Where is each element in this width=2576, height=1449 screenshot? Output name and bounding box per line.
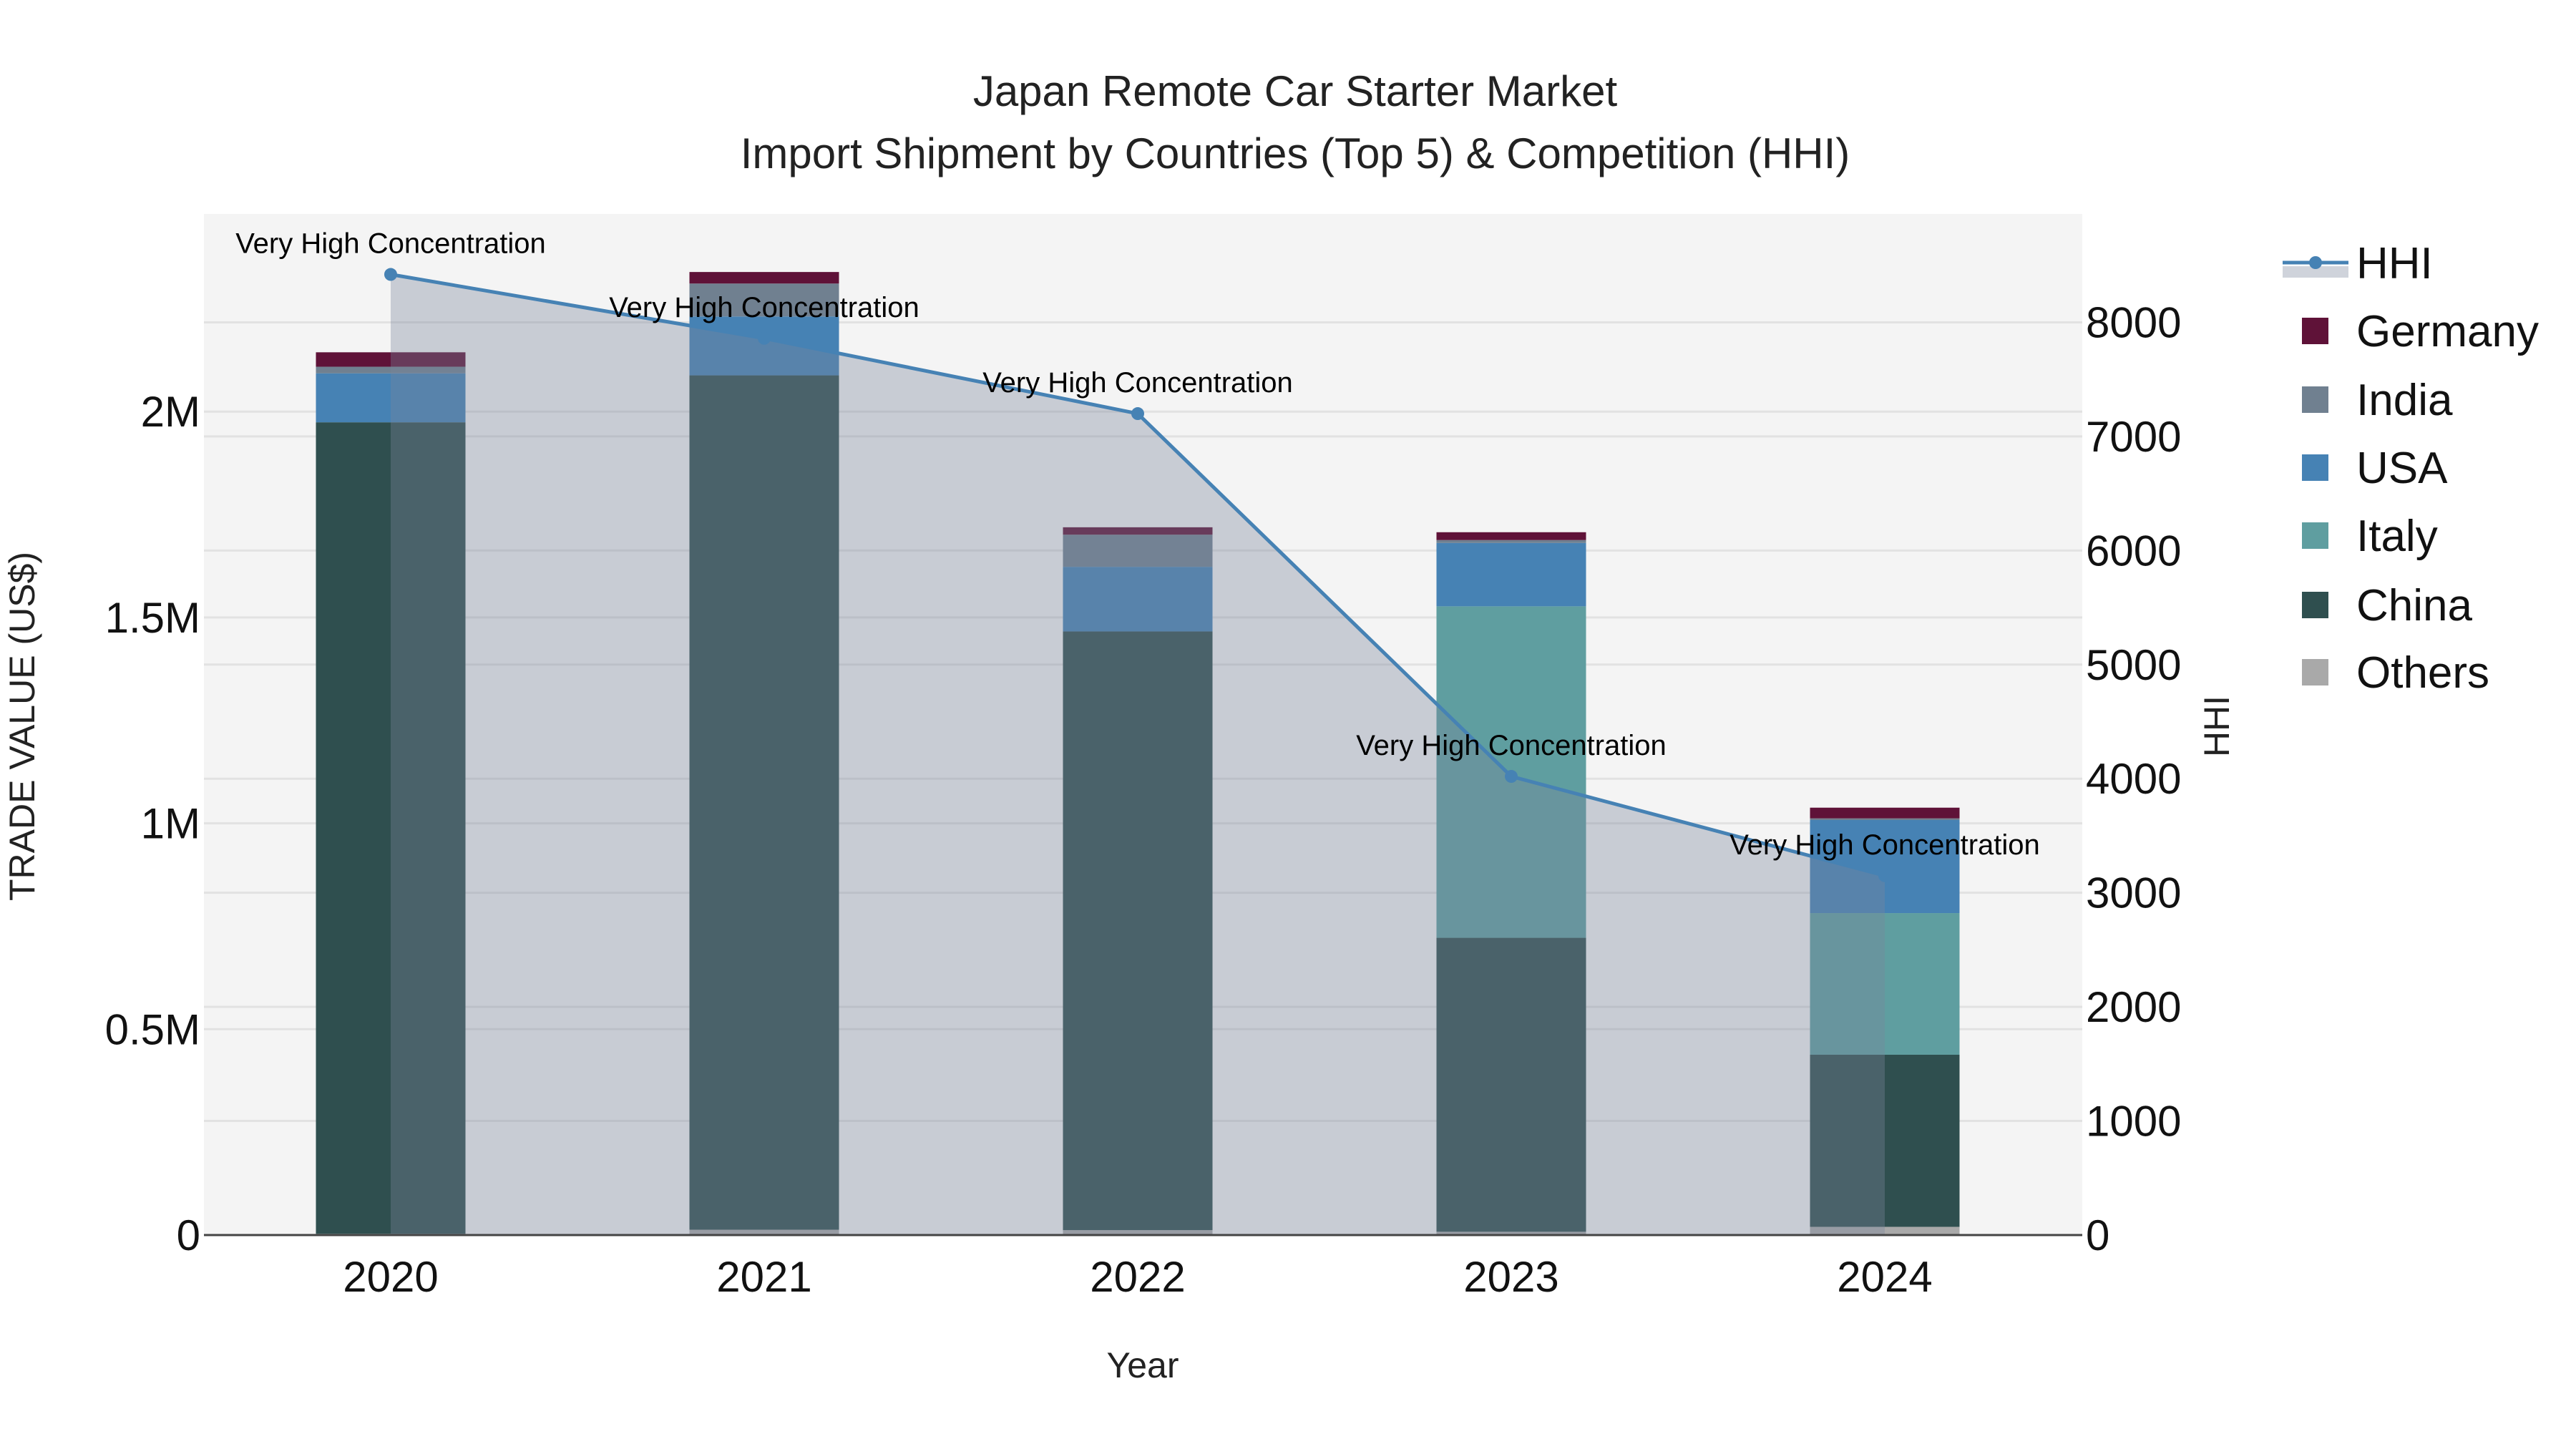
x-tick-label: 2020 [343,1253,438,1301]
y2-tick-label: 4000 [2086,755,2181,803]
y2-tick-label: 0 [2086,1211,2109,1259]
legend-label: USA [2356,444,2448,493]
legend-marker-hhi [2309,256,2322,269]
y2-tick-label: 2000 [2086,983,2181,1031]
bar-usa [1436,542,1586,607]
x-tick-label: 2024 [1837,1253,1932,1301]
legend-swatch-usa [2302,454,2328,481]
hhi-annotation: Very High Concentration [609,292,919,323]
x-axis-title: Year [1106,1345,1179,1385]
chart-title-line2: Import Shipment by Countries (Top 5) & C… [741,130,1850,177]
y-tick-label: 2M [141,388,200,436]
bar-india [1810,818,1960,820]
y-axis-title: TRADE VALUE (US$) [2,552,42,901]
hhi-point [1131,407,1144,421]
y2-tick-label: 8000 [2086,298,2181,346]
legend: HHI Germany India USA Italy China Others [2283,239,2539,698]
y2-tick-label: 1000 [2086,1098,2181,1146]
bar-germany [1436,532,1586,540]
chart-title-line1: Japan Remote Car Starter Market [973,67,1618,115]
y-tick-label: 0.5M [105,1005,200,1053]
y2-axis-title: HHI [2197,696,2237,757]
hhi-annotation: Very High Concentration [982,367,1293,399]
x-tick-label: 2022 [1090,1253,1185,1301]
legend-label: Others [2356,648,2489,698]
legend-swatch-germany [2302,318,2328,344]
legend-swatch-italy [2302,522,2328,549]
legend-swatch-india [2302,386,2328,413]
hhi-annotation: Very High Concentration [1356,730,1667,761]
legend-swatch-others [2302,659,2328,686]
bar-germany [689,272,839,284]
legend-label: Italy [2356,512,2438,561]
hhi-point [1505,770,1518,784]
y2-tick-label: 5000 [2086,641,2181,689]
bar-germany [1810,807,1960,819]
legend-swatch-china [2302,592,2328,618]
hhi-point [758,331,771,345]
legend-label: China [2356,581,2473,630]
y-tick-label: 0 [177,1211,200,1259]
x-tick-label: 2021 [716,1253,811,1301]
y2-tick-label: 6000 [2086,527,2181,575]
y2-tick-label: 7000 [2086,413,2181,461]
x-tick-label: 2023 [1463,1253,1558,1301]
legend-label: Germany [2356,307,2539,356]
legend-label: HHI [2356,239,2433,288]
bar-india [1436,540,1586,543]
legend-label: India [2356,376,2453,425]
y2-tick-label: 3000 [2086,869,2181,917]
y-tick-label: 1.5M [105,594,200,642]
hhi-annotation: Very High Concentration [235,228,546,260]
hhi-point [384,268,397,281]
hhi-annotation: Very High Concentration [1729,829,2040,861]
y-tick-label: 1M [141,800,200,848]
chart: 0 0.5M 1M 1.5M 2M 0 1000 2000 3000 4000 5000 6000 70… [2,67,2539,1385]
hhi-point [1878,869,1891,882]
